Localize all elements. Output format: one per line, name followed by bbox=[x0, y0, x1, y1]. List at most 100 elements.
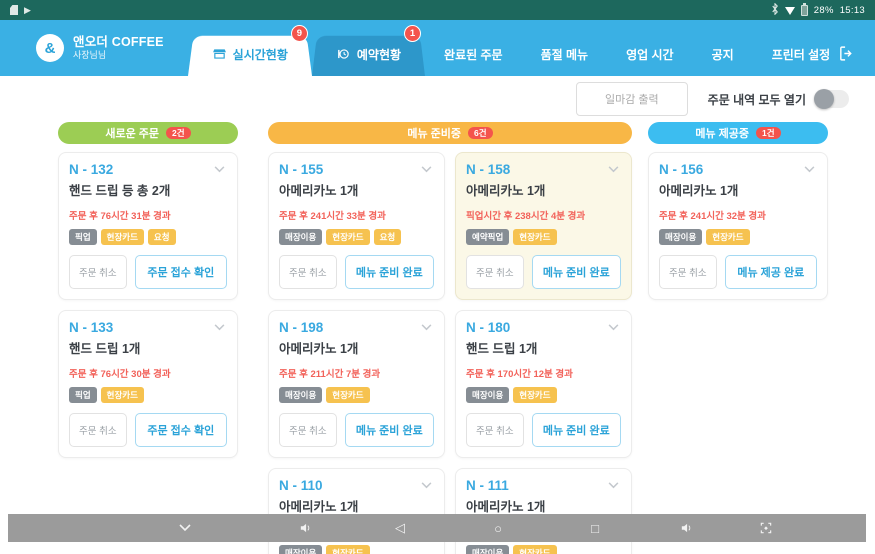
column-new-orders: 새로운 주문 2건 N - 132 핸드 드립 등 총 2개 주문 후 76시간… bbox=[58, 122, 238, 458]
primary-action-button[interactable]: 메뉴 준비 완료 bbox=[532, 413, 621, 447]
tab-label: 품절 메뉴 bbox=[541, 46, 589, 63]
card-list: N - 155 아메리카노 1개 주문 후 241시간 33분 경과 매장이용현… bbox=[268, 152, 632, 554]
order-tag: 매장이용 bbox=[466, 545, 509, 554]
order-card: N - 198 아메리카노 1개 주문 후 211시간 7분 경과 매장이용현장… bbox=[268, 310, 445, 458]
order-tag: 현장카드 bbox=[101, 229, 144, 245]
wifi-icon bbox=[785, 7, 795, 15]
column-count-badge: 2건 bbox=[166, 127, 191, 140]
order-card: N - 158 아메리카노 1개 픽업시간 후 238시간 4분 경과 예약픽업… bbox=[455, 152, 632, 300]
tab-영업 시간[interactable]: 영업 시간 bbox=[607, 32, 693, 76]
daily-closing-print-button[interactable]: 일마감 출력 bbox=[576, 82, 688, 116]
cancel-order-button[interactable]: 주문 취소 bbox=[279, 413, 337, 447]
store-logo: & bbox=[36, 34, 64, 62]
order-summary: 아메리카노 1개 bbox=[279, 180, 434, 199]
tab-품절 메뉴[interactable]: 품절 메뉴 bbox=[522, 32, 608, 76]
chevron-down-icon[interactable] bbox=[606, 480, 621, 491]
cancel-order-button[interactable]: 주문 취소 bbox=[659, 255, 717, 289]
cancel-order-button[interactable]: 주문 취소 bbox=[279, 255, 337, 289]
sd-card-icon bbox=[10, 5, 18, 15]
logout-icon[interactable] bbox=[838, 45, 855, 62]
battery-icon bbox=[801, 5, 808, 16]
primary-action-button[interactable]: 주문 접수 확인 bbox=[135, 255, 227, 289]
cancel-order-button[interactable]: 주문 취소 bbox=[69, 413, 127, 447]
open-all-toggle[interactable] bbox=[815, 90, 849, 108]
order-summary: 아메리카노 1개 bbox=[466, 496, 621, 515]
back-icon[interactable]: ◁ bbox=[386, 514, 414, 542]
tab-예약현황[interactable]: 예약현황 1 bbox=[312, 32, 425, 76]
order-summary: 핸드 드립 1개 bbox=[466, 338, 621, 357]
elapsed-time: 픽업시간 후 238시간 4분 경과 bbox=[466, 208, 621, 222]
chevron-down-icon[interactable] bbox=[212, 322, 227, 333]
cancel-order-button[interactable]: 주문 취소 bbox=[466, 413, 524, 447]
tab-label: 완료된 주문 bbox=[444, 46, 503, 63]
android-nav-bar: ◁ ○ □ bbox=[8, 514, 866, 542]
order-summary: 아메리카노 1개 bbox=[659, 180, 817, 199]
chevron-down-icon[interactable] bbox=[419, 322, 434, 333]
order-tag: 현장카드 bbox=[101, 387, 144, 403]
open-all-orders-label: 주문 내역 모두 열기 bbox=[708, 91, 806, 108]
volume-up-icon[interactable] bbox=[672, 514, 700, 542]
screenshot-icon[interactable] bbox=[752, 514, 780, 542]
primary-action-button[interactable]: 메뉴 준비 완료 bbox=[345, 413, 434, 447]
chevron-down-icon[interactable] bbox=[419, 480, 434, 491]
screen: ▶ 28% 15:13 & 앤오더 COFFEE 사장님님 실시간 bbox=[0, 0, 875, 554]
order-tag: 현장카드 bbox=[326, 387, 369, 403]
order-tag: 매장이용 bbox=[466, 387, 509, 403]
elapsed-time: 주문 후 76시간 30분 경과 bbox=[69, 366, 227, 380]
order-card: N - 133 핸드 드립 1개 주문 후 76시간 30분 경과 픽업현장카드… bbox=[58, 310, 238, 458]
order-tags: 매장이용현장카드요청 bbox=[279, 229, 434, 245]
order-tag: 픽업 bbox=[69, 229, 97, 245]
order-tags: 픽업현장카드 bbox=[69, 387, 227, 403]
cancel-order-button[interactable]: 주문 취소 bbox=[69, 255, 127, 289]
battery-percent: 28% bbox=[814, 5, 834, 16]
order-card: N - 155 아메리카노 1개 주문 후 241시간 33분 경과 매장이용현… bbox=[268, 152, 445, 300]
primary-action-button[interactable]: 주문 접수 확인 bbox=[135, 413, 227, 447]
order-tag: 현장카드 bbox=[706, 229, 749, 245]
primary-action-button[interactable]: 메뉴 제공 완료 bbox=[725, 255, 817, 289]
tab-label: 공지 bbox=[712, 46, 734, 63]
order-tag: 매장이용 bbox=[279, 545, 322, 554]
order-summary: 핸드 드립 1개 bbox=[69, 338, 227, 357]
column-header-pill: 새로운 주문 2건 bbox=[58, 122, 238, 144]
primary-action-button[interactable]: 메뉴 준비 완료 bbox=[345, 255, 434, 289]
nav-tabs: 실시간현황 9 예약현황 1 완료된 주문 품절 메뉴 영업 시간 공지 프린터… bbox=[188, 20, 850, 76]
order-tag: 현장카드 bbox=[326, 229, 369, 245]
order-number: N - 156 bbox=[659, 162, 703, 177]
tab-완료된 주문[interactable]: 완료된 주문 bbox=[425, 32, 522, 76]
order-tags: 매장이용현장카드 bbox=[279, 545, 434, 554]
toggle-knob bbox=[814, 89, 834, 109]
column-count-badge: 6건 bbox=[468, 127, 493, 140]
column-served: 메뉴 제공중 1건 N - 156 아메리카노 1개 주문 후 241시간 32… bbox=[648, 122, 828, 300]
bluetooth-icon bbox=[771, 3, 779, 18]
chevron-down-icon[interactable] bbox=[802, 164, 817, 175]
order-number: N - 180 bbox=[466, 320, 510, 335]
toolbar: 일마감 출력 주문 내역 모두 열기 bbox=[0, 81, 875, 117]
elapsed-time: 주문 후 241시간 32분 경과 bbox=[659, 208, 817, 222]
tab-프린터 설정[interactable]: 프린터 설정 bbox=[753, 32, 850, 76]
order-tag: 예약픽업 bbox=[466, 229, 509, 245]
primary-action-button[interactable]: 메뉴 준비 완료 bbox=[532, 255, 621, 289]
order-tags: 픽업현장카드요청 bbox=[69, 229, 227, 245]
chevron-down-icon[interactable] bbox=[212, 164, 227, 175]
play-icon: ▶ bbox=[24, 5, 31, 16]
chevron-down-icon[interactable] bbox=[419, 164, 434, 175]
recents-icon[interactable]: □ bbox=[581, 514, 609, 542]
home-icon[interactable]: ○ bbox=[484, 514, 512, 542]
brand: & 앤오더 COFFEE 사장님님 bbox=[36, 28, 164, 68]
logo-ampersand: & bbox=[45, 40, 56, 57]
cancel-order-button[interactable]: 주문 취소 bbox=[466, 255, 524, 289]
tab-label: 예약현황 bbox=[357, 46, 401, 63]
user-role: 사장님님 bbox=[73, 50, 164, 61]
volume-down-icon[interactable] bbox=[291, 514, 319, 542]
tab-실시간현황[interactable]: 실시간현황 9 bbox=[188, 32, 312, 76]
elapsed-time: 주문 후 76시간 31분 경과 bbox=[69, 208, 227, 222]
column-label: 메뉴 준비중 bbox=[407, 125, 461, 141]
column-label: 메뉴 제공중 bbox=[695, 125, 749, 141]
order-board: 새로운 주문 2건 N - 132 핸드 드립 등 총 2개 주문 후 76시간… bbox=[0, 117, 875, 554]
chevron-down-icon[interactable] bbox=[606, 164, 621, 175]
card-list: N - 132 핸드 드립 등 총 2개 주문 후 76시간 31분 경과 픽업… bbox=[58, 152, 238, 458]
chevron-down-icon[interactable] bbox=[606, 322, 621, 333]
tab-공지[interactable]: 공지 bbox=[693, 32, 753, 76]
elapsed-time: 주문 후 211시간 7분 경과 bbox=[279, 366, 434, 380]
hide-nav-chevron-icon[interactable] bbox=[171, 514, 199, 542]
